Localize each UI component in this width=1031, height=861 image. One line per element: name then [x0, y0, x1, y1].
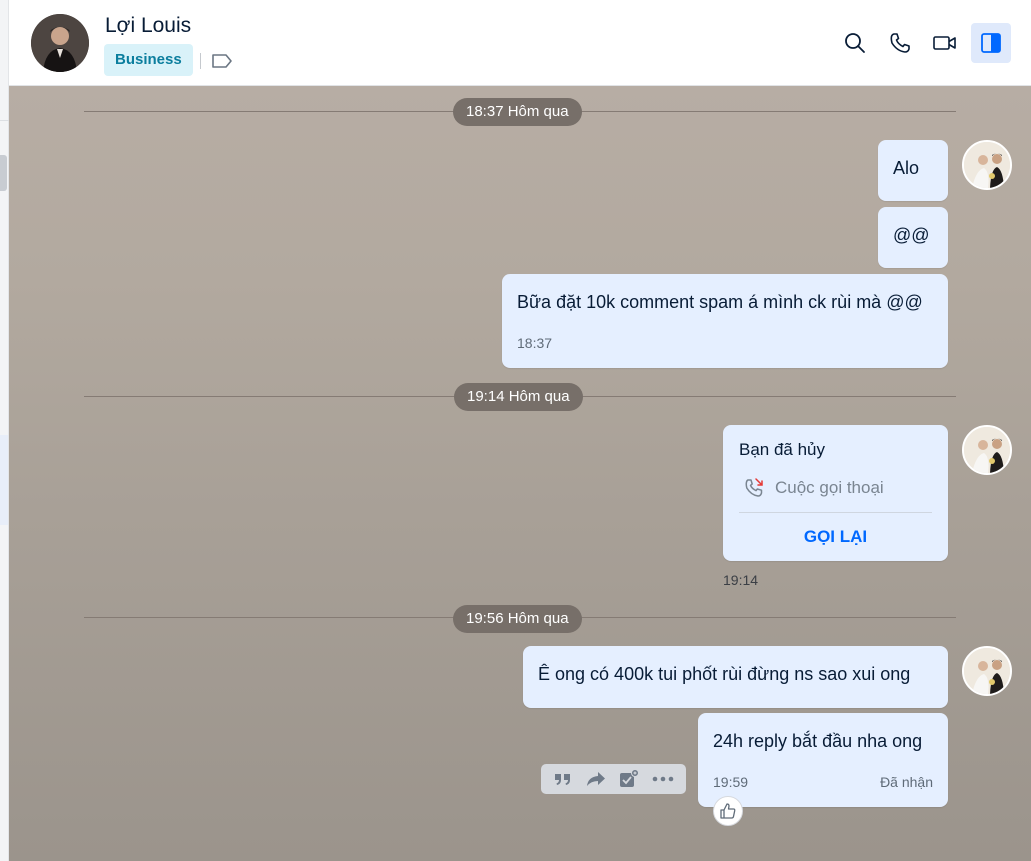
- sender-avatar[interactable]: [962, 140, 1012, 190]
- call-log-card: Bạn đã hủy Cuộc gọi thoại GỌI LẠI: [723, 425, 948, 561]
- contact-avatar[interactable]: [31, 14, 89, 72]
- more-icon[interactable]: [652, 775, 674, 783]
- message-text: Alo: [893, 158, 920, 178]
- video-call-button[interactable]: [925, 23, 965, 63]
- conversation-list-edge: [0, 0, 9, 861]
- chat-header: Lợi Louis Business: [9, 0, 1031, 86]
- forward-icon[interactable]: [585, 770, 607, 788]
- date-divider-label: 19:56 Hôm qua: [453, 605, 582, 633]
- sender-avatar[interactable]: [962, 425, 1012, 475]
- contact-name[interactable]: Lợi Louis: [105, 14, 191, 38]
- message-bubble[interactable]: Ê ong có 400k tui phốt rùi đừng ns sao x…: [523, 646, 948, 708]
- video-call-icon: [933, 36, 956, 50]
- toggle-panel-icon: [981, 33, 1001, 53]
- chat-area[interactable]: 18:37 Hôm qua Alo @@ Bữa đặt 10k comment…: [9, 86, 1031, 861]
- message-text: 24h reply bắt đầu nha ong: [713, 731, 923, 751]
- message-bubble[interactable]: Alo: [878, 140, 948, 201]
- message-text: @@: [893, 225, 930, 245]
- message-time: 19:59: [713, 774, 749, 790]
- message-time: 18:37: [517, 335, 553, 351]
- call-type-label: Cuộc gọi thoại: [775, 478, 884, 497]
- call-card-divider: [739, 512, 932, 513]
- phone-icon: [890, 33, 910, 53]
- add-task-icon[interactable]: [618, 769, 640, 789]
- date-divider-label: 19:14 Hôm qua: [454, 383, 583, 411]
- scroll-thumb[interactable]: [0, 155, 7, 191]
- message-actions-toolbar: [541, 764, 686, 794]
- search-button[interactable]: [835, 23, 875, 63]
- call-status-title: Bạn đã hủy: [739, 440, 826, 459]
- call-type-row: Cuộc gọi thoại: [743, 477, 884, 499]
- sender-avatar[interactable]: [962, 646, 1012, 696]
- label-tag-icon[interactable]: [211, 52, 233, 70]
- react-like-button[interactable]: [713, 796, 743, 826]
- message-bubble[interactable]: Bữa đặt 10k comment spam á mình ck rùi m…: [502, 274, 948, 368]
- call-back-button[interactable]: GỌI LẠI: [723, 527, 948, 547]
- message-time: 19:14: [723, 572, 759, 588]
- header-separator: [200, 53, 201, 69]
- business-badge: Business: [104, 44, 193, 76]
- selected-conversation-highlight: [0, 435, 8, 525]
- voice-call-button[interactable]: [880, 23, 920, 63]
- message-text: Bữa đặt 10k comment spam á mình ck rùi m…: [517, 292, 923, 312]
- thumbs-up-icon: [720, 803, 736, 819]
- delivery-status: Đã nhận: [880, 774, 933, 790]
- message-bubble[interactable]: @@: [878, 207, 948, 268]
- missed-call-icon: [745, 478, 763, 497]
- quote-icon[interactable]: [553, 770, 573, 788]
- date-divider-label: 18:37 Hôm qua: [453, 98, 582, 126]
- message-text: Ê ong có 400k tui phốt rùi đừng ns sao x…: [538, 664, 911, 684]
- search-icon: [845, 33, 865, 53]
- message-bubble[interactable]: 24h reply bắt đầu nha ong 19:59 Đã nhận: [698, 713, 948, 807]
- list-divider: [0, 120, 9, 121]
- toggle-info-panel-button[interactable]: [971, 23, 1011, 63]
